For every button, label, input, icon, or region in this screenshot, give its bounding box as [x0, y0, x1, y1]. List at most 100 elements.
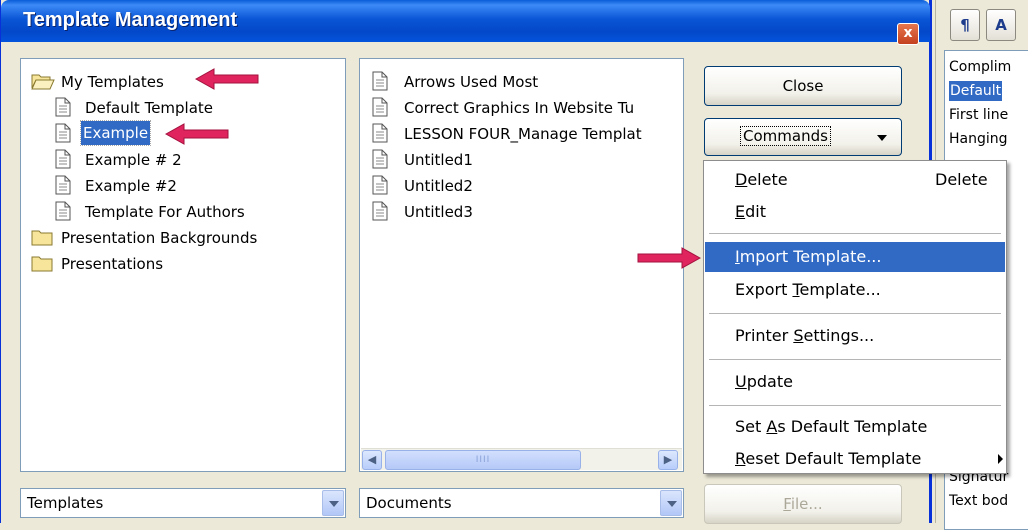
document-item[interactable]: Arrows Used Most: [372, 69, 682, 93]
document-item[interactable]: LESSON FOUR_Manage Templat: [372, 121, 682, 145]
menu-item-delete[interactable]: Delete Delete: [705, 165, 1005, 195]
document-icon: [372, 175, 388, 195]
left-view-select-value: Templates: [27, 494, 104, 512]
menu-item-reset-default-template[interactable]: Reset Default Template: [705, 444, 1005, 474]
chevron-right-icon: ▶: [663, 453, 673, 466]
document-icon: [372, 201, 388, 221]
folder-icon: [31, 256, 53, 272]
menu-item-shortcut: Delete: [935, 170, 988, 189]
dropdown-arrow-icon: [877, 135, 887, 141]
style-item[interactable]: Complim: [949, 57, 1011, 77]
right-view-select[interactable]: Documents: [359, 488, 684, 518]
document-icon: [55, 123, 71, 143]
style-item[interactable]: Hanging: [949, 129, 1008, 149]
menu-item-set-default-template[interactable]: Set As Default Template: [705, 412, 1005, 442]
submenu-arrow-icon: [998, 454, 1003, 464]
scrollbar-thumb[interactable]: IIII: [385, 450, 581, 470]
tree-item-label: My Templates: [61, 73, 164, 91]
title-bar[interactable]: Template Management x: [1, 0, 930, 45]
menu-item-label: Import Template...: [735, 247, 882, 266]
character-icon: A: [995, 16, 1007, 34]
menu-separator: [709, 313, 1001, 314]
window-title: Template Management: [23, 9, 238, 31]
document-icon: [372, 71, 388, 91]
document-label: Untitled3: [404, 203, 473, 221]
document-item[interactable]: Correct Graphics In Website Tu: [372, 95, 682, 119]
annotation-arrow-icon: [164, 123, 229, 145]
menu-item-export-template[interactable]: Export Template...: [705, 275, 1005, 305]
menu-separator: [709, 359, 1001, 360]
tree-item-label: Default Template: [85, 99, 214, 117]
tree-item-label: Presentation Backgrounds: [61, 229, 258, 247]
style-item[interactable]: Text bod: [949, 491, 1008, 511]
document-icon: [55, 201, 71, 221]
chevron-left-icon: ◀: [367, 453, 377, 466]
folder-icon: [31, 230, 53, 246]
menu-item-printer-settings[interactable]: Printer Settings...: [705, 321, 1005, 351]
document-label: Untitled1: [404, 151, 473, 169]
menu-item-label: Reset Default Template: [735, 449, 922, 468]
menu-separator: [709, 405, 1001, 406]
scroll-right-button[interactable]: ▶: [658, 450, 678, 470]
menu-item-update[interactable]: Update: [705, 367, 1005, 397]
annotation-arrow-icon: [637, 247, 702, 269]
paragraph-icon: ¶: [960, 16, 970, 34]
document-label: LESSON FOUR_Manage Templat: [404, 125, 642, 143]
tree-item-label: Example #2: [85, 177, 177, 195]
menu-item-edit[interactable]: Edit: [705, 197, 1005, 227]
menu-item-label: Update: [735, 372, 793, 391]
chevron-down-icon[interactable]: [322, 490, 344, 516]
menu-item-import-template[interactable]: Import Template...: [705, 242, 1005, 272]
document-item[interactable]: Untitled2: [372, 173, 682, 197]
tree-item-example-2b[interactable]: Example #2: [55, 173, 335, 197]
document-item[interactable]: Untitled3: [372, 199, 682, 223]
style-item[interactable]: First line: [949, 105, 1008, 125]
document-label: Untitled2: [404, 177, 473, 195]
document-icon: [55, 97, 71, 117]
menu-item-label: Printer Settings...: [735, 326, 875, 345]
tree-item-presentations[interactable]: Presentations: [31, 251, 341, 275]
file-button[interactable]: File...: [704, 484, 902, 524]
paragraph-styles-button[interactable]: ¶: [950, 9, 980, 41]
menu-item-label: Set As Default Template: [735, 417, 928, 436]
tree-item-label: Example: [79, 120, 152, 146]
menu-item-label: Edit: [735, 202, 766, 221]
document-label: Arrows Used Most: [404, 73, 539, 91]
document-icon: [372, 149, 388, 169]
menu-item-label: Export Template...: [735, 280, 881, 299]
scroll-left-button[interactable]: ◀: [362, 450, 382, 470]
commands-button-label: Commands: [740, 126, 831, 146]
character-styles-button[interactable]: A: [986, 9, 1016, 41]
document-icon: [55, 149, 71, 169]
window-close-button[interactable]: x: [897, 23, 919, 45]
document-icon: [372, 123, 388, 143]
tree-item-example-2[interactable]: Example # 2: [55, 147, 335, 171]
tree-item-label: Presentations: [61, 255, 164, 273]
right-view-select-value: Documents: [366, 494, 452, 512]
commands-menu: Delete Delete Edit Import Template... Ex…: [703, 160, 1007, 474]
document-icon: [372, 97, 388, 117]
thumb-grip: IIII: [475, 455, 491, 465]
menu-item-label: Delete: [735, 170, 788, 189]
tree-item-template-for-authors[interactable]: Template For Authors: [55, 199, 335, 223]
commands-button[interactable]: Commands: [704, 118, 902, 156]
tree-item-presentation-backgrounds[interactable]: Presentation Backgrounds: [31, 225, 341, 249]
document-item[interactable]: Untitled1: [372, 147, 682, 171]
annotation-arrow-icon: [194, 68, 259, 90]
tree-item-my-templates[interactable]: My Templates: [31, 69, 331, 93]
document-icon: [55, 175, 71, 195]
style-item[interactable]: Default: [949, 81, 1003, 101]
close-icon: x: [903, 25, 913, 41]
tree-item-label: Example # 2: [85, 151, 182, 169]
folder-open-icon: [31, 74, 55, 90]
categories-pane[interactable]: My Templates Default Template Example Ex…: [20, 58, 346, 472]
horizontal-scrollbar[interactable]: ◀ IIII ▶: [361, 448, 682, 470]
menu-separator: [709, 233, 1001, 234]
tree-item-label: Template For Authors: [85, 203, 245, 221]
close-button[interactable]: Close: [704, 66, 902, 106]
document-label: Correct Graphics In Website Tu: [404, 99, 635, 117]
left-view-select[interactable]: Templates: [20, 488, 346, 518]
tree-item-default-template[interactable]: Default Template: [55, 95, 335, 119]
file-button-label: File...: [783, 495, 823, 513]
chevron-down-icon[interactable]: [660, 490, 682, 516]
